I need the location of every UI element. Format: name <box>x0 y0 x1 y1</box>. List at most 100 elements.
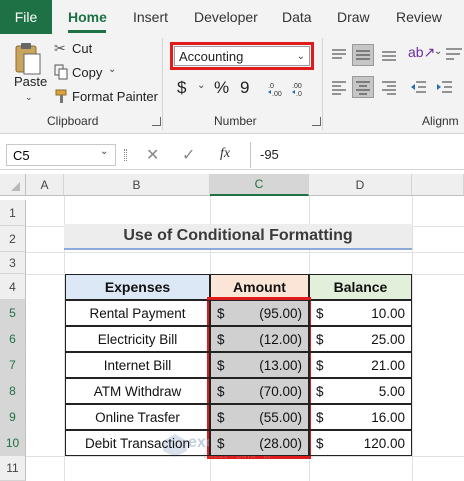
column-header-c[interactable]: C <box>210 174 309 196</box>
expense-text: Internet Bill <box>103 357 172 373</box>
row-header[interactable]: 2 <box>0 226 26 252</box>
cut-button[interactable]: Cut <box>72 41 92 56</box>
tab-insert[interactable]: Insert <box>133 0 168 34</box>
expense-cell[interactable]: Online Trasfer <box>65 404 210 430</box>
number-format-dropdown[interactable]: Accounting ⌄ <box>174 46 310 66</box>
orientation-dropdown-icon[interactable]: ⌄ <box>434 46 442 57</box>
currency-symbol: $ <box>217 305 225 321</box>
row-header[interactable]: 3 <box>0 252 26 274</box>
format-painter-icon <box>54 88 70 104</box>
svg-text:.0: .0 <box>268 83 274 90</box>
row-header[interactable]: 11 <box>0 456 26 481</box>
number-dialog-launcher-icon[interactable] <box>312 117 321 126</box>
bottom-align-icon[interactable] <box>380 46 398 64</box>
header-balance: Balance <box>309 274 412 300</box>
tab-data[interactable]: Data <box>282 0 312 34</box>
currency-symbol: $ <box>316 383 324 399</box>
top-align-icon[interactable] <box>330 46 348 64</box>
percent-icon[interactable]: % <box>214 78 229 98</box>
column-header-b[interactable]: B <box>64 174 210 196</box>
amount-text: (55.00) <box>259 409 302 425</box>
amount-cell[interactable]: $ (12.00) <box>210 326 309 352</box>
currency-icon[interactable]: $ <box>177 78 186 98</box>
row-header[interactable]: 10 <box>0 430 26 456</box>
amount-text: (12.00) <box>259 331 302 347</box>
copy-icon <box>54 64 68 80</box>
copy-dropdown-icon[interactable]: ⌄ <box>108 64 116 75</box>
balance-cell[interactable]: $21.00 <box>309 352 412 378</box>
align-center-icon[interactable] <box>352 76 374 98</box>
expense-cell[interactable]: Electricity Bill <box>65 326 210 352</box>
expense-cell[interactable]: Internet Bill <box>65 352 210 378</box>
clipboard-dialog-launcher-icon[interactable] <box>152 117 161 126</box>
row-header[interactable]: 5 <box>0 300 26 326</box>
row-header[interactable]: 8 <box>0 378 26 404</box>
align-right-icon[interactable] <box>380 78 398 96</box>
row-header[interactable]: 4 <box>0 274 26 300</box>
amount-cell[interactable]: $ (95.00) <box>210 300 309 326</box>
balance-text: 16.00 <box>371 409 405 425</box>
wrap-text-icon[interactable] <box>444 44 464 64</box>
expense-cell[interactable]: ATM Withdraw <box>65 378 210 404</box>
orientation-icon[interactable]: ab↗ <box>408 44 435 64</box>
balance-cell[interactable]: $120.00 <box>309 430 412 456</box>
number-group-label: Number <box>214 114 257 128</box>
ribbon: Paste ⌄ ✂ Cut Copy ⌄ Format Painter Clip… <box>0 34 464 134</box>
tab-home[interactable]: Home <box>68 0 107 34</box>
currency-symbol: $ <box>217 383 225 399</box>
amount-cell[interactable]: $ (28.00) <box>210 430 309 456</box>
number-format-highlight: Accounting ⌄ <box>170 42 314 70</box>
align-left-icon[interactable] <box>330 78 348 96</box>
copy-button[interactable]: Copy <box>72 65 102 80</box>
balance-cell[interactable]: $25.00 <box>309 326 412 352</box>
balance-cell[interactable]: $5.00 <box>309 378 412 404</box>
paste-icon[interactable] <box>10 40 46 76</box>
column-header-d[interactable]: D <box>309 174 412 196</box>
format-painter-button[interactable]: Format Painter <box>72 89 158 104</box>
cancel-icon[interactable]: ✕ <box>146 145 159 165</box>
increase-indent-icon[interactable] <box>436 78 454 96</box>
amount-cell[interactable]: $ (70.00) <box>210 378 309 404</box>
row-header[interactable]: 9 <box>0 404 26 430</box>
formula-input[interactable]: -95 <box>260 147 279 162</box>
balance-text: 120.00 <box>363 435 405 451</box>
row-header[interactable]: 1 <box>0 200 26 226</box>
formula-bar-grip[interactable] <box>124 149 127 161</box>
select-all-corner[interactable] <box>0 174 26 196</box>
currency-symbol: $ <box>316 331 324 347</box>
paste-button[interactable]: Paste <box>14 74 47 89</box>
tab-draw[interactable]: Draw <box>337 0 370 34</box>
insert-function-icon[interactable]: fx <box>220 146 230 162</box>
column-header-a[interactable]: A <box>26 174 64 196</box>
comma-style-icon[interactable]: 9 <box>240 78 249 98</box>
balance-cell[interactable]: $10.00 <box>309 300 412 326</box>
row-header[interactable]: 7 <box>0 352 26 378</box>
currency-symbol: $ <box>217 357 225 373</box>
column-header-e[interactable] <box>412 174 464 196</box>
amount-cell[interactable]: $ (55.00) <box>210 404 309 430</box>
paste-dropdown-icon[interactable]: ⌄ <box>25 92 33 103</box>
currency-dropdown-icon[interactable]: ⌄ <box>197 80 205 91</box>
tab-file[interactable]: File <box>0 0 52 34</box>
expense-cell[interactable]: Rental Payment <box>65 300 210 326</box>
gridline <box>412 196 413 481</box>
confirm-icon[interactable]: ✓ <box>182 145 195 165</box>
number-format-value: Accounting <box>179 48 244 64</box>
decrease-decimal-icon[interactable]: .00.0 <box>292 80 310 98</box>
balance-text: 10.00 <box>371 305 405 321</box>
header-expenses: Expenses <box>65 274 210 300</box>
increase-decimal-icon[interactable]: .0.00 <box>268 80 286 98</box>
decrease-indent-icon[interactable] <box>410 78 428 96</box>
expense-cell[interactable]: Debit Transaction <box>65 430 210 456</box>
row-header[interactable]: 6 <box>0 326 26 352</box>
tab-review[interactable]: Review <box>396 0 442 34</box>
middle-align-icon[interactable] <box>352 44 374 66</box>
tab-developer[interactable]: Developer <box>194 0 258 34</box>
name-box-dropdown-icon[interactable]: ⌄ <box>100 146 108 157</box>
svg-text:.00: .00 <box>272 91 282 98</box>
balance-text: 5.00 <box>378 383 405 399</box>
amount-cell[interactable]: $ (13.00) <box>210 352 309 378</box>
balance-text: 25.00 <box>371 331 405 347</box>
balance-cell[interactable]: $16.00 <box>309 404 412 430</box>
currency-symbol: $ <box>217 331 225 347</box>
